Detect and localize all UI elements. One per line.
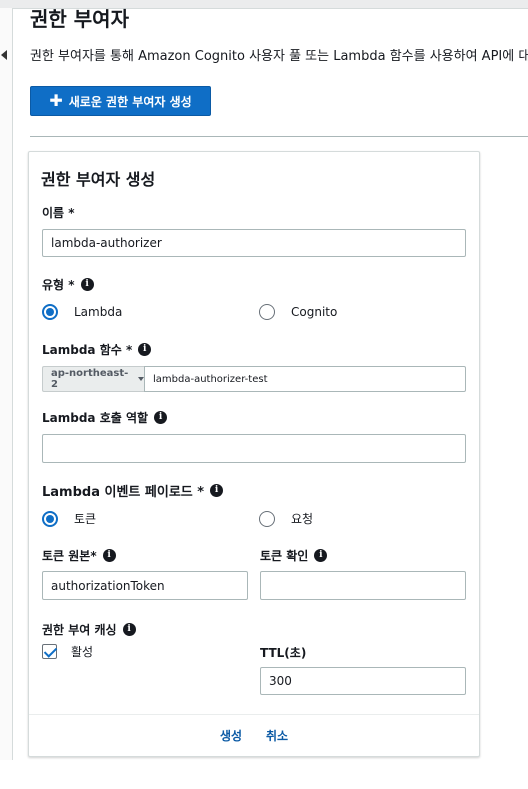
invoke-role-input[interactable] xyxy=(42,434,466,463)
info-icon[interactable]: i xyxy=(314,549,328,562)
type-label: 유형 * i xyxy=(42,276,94,293)
lambda-function-label-text: Lambda 함수 * xyxy=(42,343,133,357)
info-icon[interactable]: i xyxy=(138,343,152,356)
lambda-function-input[interactable]: lambda-authorizer-test xyxy=(144,366,466,392)
name-input[interactable]: lambda-authorizer xyxy=(42,229,466,257)
radio-selected-icon[interactable] xyxy=(42,510,58,527)
chevron-left-icon[interactable] xyxy=(1,50,7,60)
caching-label-text: 권한 부여 캐싱 xyxy=(42,623,117,637)
type-option-lambda[interactable]: Lambda xyxy=(42,304,122,320)
lambda-function-label: Lambda 함수 * i xyxy=(42,341,152,358)
caching-checkbox[interactable]: 활성 xyxy=(42,643,93,660)
name-label: 이름 * xyxy=(42,204,75,221)
ttl-label-text: TTL(초) xyxy=(260,646,307,660)
region-select-value: ap-northeast-2 xyxy=(51,368,129,390)
token-validation-label-text: 토큰 확인 xyxy=(260,549,309,563)
ttl-input-value: 300 xyxy=(269,674,292,688)
caching-checkbox-label: 활성 xyxy=(71,645,94,659)
payload-option-token[interactable]: 토큰 xyxy=(42,510,96,527)
radio-selected-icon[interactable] xyxy=(42,304,58,320)
panel-footer-divider xyxy=(29,714,479,715)
token-source-label-text: 토큰 원본* xyxy=(42,549,97,563)
region-select[interactable]: ap-northeast-2 xyxy=(42,366,144,392)
invoke-role-label: Lambda 호출 역할 i xyxy=(42,409,168,426)
plus-icon: ✚ xyxy=(49,91,63,110)
info-icon[interactable]: i xyxy=(102,549,116,562)
info-icon[interactable]: i xyxy=(122,623,136,636)
cancel-button[interactable]: 취소 xyxy=(266,727,288,744)
section-divider xyxy=(30,136,528,137)
payload-label-text: Lambda 이벤트 페이로드 * xyxy=(42,485,205,500)
checkbox-checked-icon[interactable] xyxy=(42,644,57,659)
ttl-label: TTL(초) xyxy=(260,644,306,661)
payload-option-request[interactable]: 요청 xyxy=(259,510,313,527)
name-label-text: 이름 * xyxy=(42,206,75,220)
side-navigation-rail[interactable] xyxy=(0,8,13,760)
type-option-cognito[interactable]: Cognito xyxy=(259,304,337,320)
radio-unselected-icon[interactable] xyxy=(259,510,275,527)
token-source-input[interactable]: authorizationToken xyxy=(42,571,248,600)
payload-label: Lambda 이벤트 페이로드 * i xyxy=(42,481,224,500)
create-authorizer-button[interactable]: ✚ 새로운 권한 부여자 생성 xyxy=(30,86,211,116)
token-source-label: 토큰 원본* i xyxy=(42,547,116,564)
token-source-input-value: authorizationToken xyxy=(51,578,165,593)
type-option-lambda-label: Lambda xyxy=(74,305,123,319)
page-title: 권한 부여자 xyxy=(30,7,129,31)
create-authorizer-button-label: 새로운 권한 부여자 생성 xyxy=(68,94,192,109)
type-label-text: 유형 * xyxy=(42,278,75,292)
payload-option-request-label: 요청 xyxy=(291,512,314,526)
info-icon[interactable]: i xyxy=(80,278,94,291)
ttl-input[interactable]: 300 xyxy=(260,667,466,695)
invoke-role-label-text: Lambda 호출 역할 xyxy=(42,411,149,425)
create-authorizer-panel: 권한 부여자 생성 이름 * lambda-authorizer 유형 * i … xyxy=(28,151,480,757)
info-icon[interactable]: i xyxy=(154,411,168,424)
info-icon[interactable]: i xyxy=(210,484,224,497)
payload-option-token-label: 토큰 xyxy=(74,512,97,526)
radio-unselected-icon[interactable] xyxy=(259,304,275,320)
lambda-function-input-value: lambda-authorizer-test xyxy=(153,373,268,385)
create-button[interactable]: 생성 xyxy=(220,727,242,744)
caching-label: 권한 부여 캐싱 i xyxy=(42,621,136,638)
type-option-cognito-label: Cognito xyxy=(291,305,338,319)
token-validation-input[interactable] xyxy=(260,571,466,600)
token-validation-label: 토큰 확인 i xyxy=(260,547,328,564)
name-input-value: lambda-authorizer xyxy=(51,236,162,250)
page-description: 권한 부여자를 통해 Amazon Cognito 사용자 풀 또는 Lambd… xyxy=(30,49,528,64)
panel-title: 권한 부여자 생성 xyxy=(41,170,156,189)
